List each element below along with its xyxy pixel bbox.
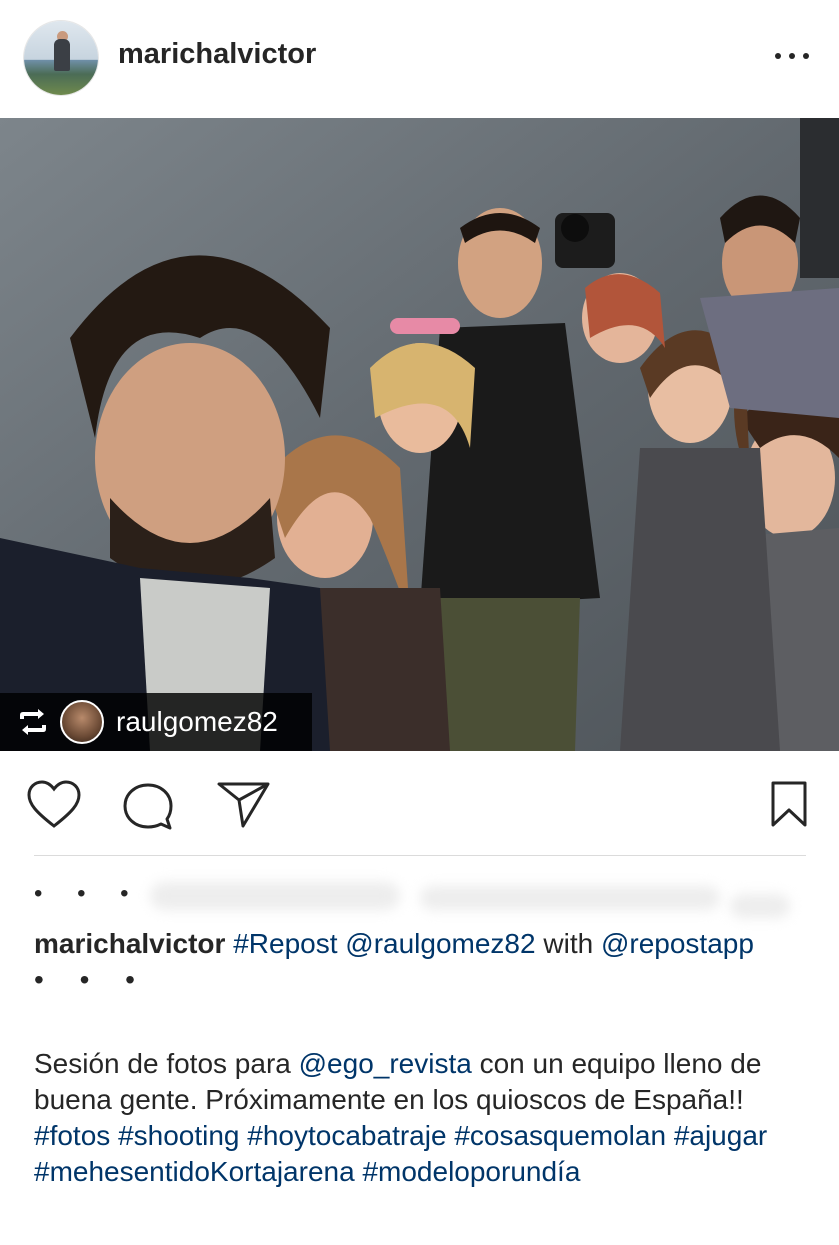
collapsed-dots: • • • bbox=[34, 880, 143, 907]
more-horizontal-icon[interactable] bbox=[775, 46, 809, 66]
blurred-likes-3 bbox=[730, 894, 790, 918]
post-header: marichalvictor bbox=[0, 0, 839, 118]
caption-with: with bbox=[543, 928, 594, 959]
repost-badge[interactable]: raulgomez82 bbox=[0, 693, 312, 751]
username[interactable]: marichalvictor bbox=[118, 38, 316, 71]
blurred-likes bbox=[150, 882, 400, 910]
post-actions bbox=[0, 752, 839, 856]
hashtag-fotos[interactable]: #fotos bbox=[34, 1120, 110, 1151]
hashtag-ajugar[interactable]: #ajugar bbox=[674, 1120, 767, 1151]
caption-body: Sesión de fotos para @ego_revista con un… bbox=[34, 1046, 814, 1190]
comment-icon[interactable] bbox=[122, 782, 174, 832]
blurred-likes-2 bbox=[420, 886, 720, 910]
caption-author[interactable]: marichalvictor bbox=[34, 928, 225, 959]
repost-icon bbox=[20, 709, 46, 735]
hashtag-modeloporundia[interactable]: #modeloporundía bbox=[362, 1156, 580, 1187]
post-photo[interactable]: raulgomez82 bbox=[0, 118, 839, 751]
repost-user-avatar bbox=[60, 700, 104, 744]
mention-repostapp[interactable]: @repostapp bbox=[601, 928, 754, 959]
hashtag-hoytocabatraje[interactable]: #hoytocabatraje bbox=[247, 1120, 446, 1151]
profile-avatar[interactable] bbox=[24, 21, 98, 95]
actions-divider bbox=[34, 855, 806, 856]
hashtag-shooting[interactable]: #shooting bbox=[118, 1120, 239, 1151]
group-selfie-image bbox=[0, 118, 839, 751]
repost-username: raulgomez82 bbox=[116, 706, 278, 737]
bookmark-icon[interactable] bbox=[770, 780, 808, 828]
avatar-figure bbox=[54, 39, 70, 71]
body-part-1: Sesión de fotos para bbox=[34, 1048, 291, 1079]
mention-ego-revista[interactable]: @ego_revista bbox=[299, 1048, 472, 1079]
mention-raulgomez82[interactable]: @raulgomez82 bbox=[345, 928, 535, 959]
heart-icon[interactable] bbox=[26, 780, 82, 830]
hashtag-repost[interactable]: #Repost bbox=[233, 928, 337, 959]
caption-dots: • • • bbox=[34, 964, 149, 995]
post-caption: marichalvictor #Repost @raulgomez82 with… bbox=[34, 926, 814, 994]
hashtag-cosasquemolan[interactable]: #cosasquemolan bbox=[454, 1120, 666, 1151]
send-icon[interactable] bbox=[216, 780, 272, 830]
hashtag-mehesentidokortajarena[interactable]: #mehesentidoKortajarena bbox=[34, 1156, 355, 1187]
